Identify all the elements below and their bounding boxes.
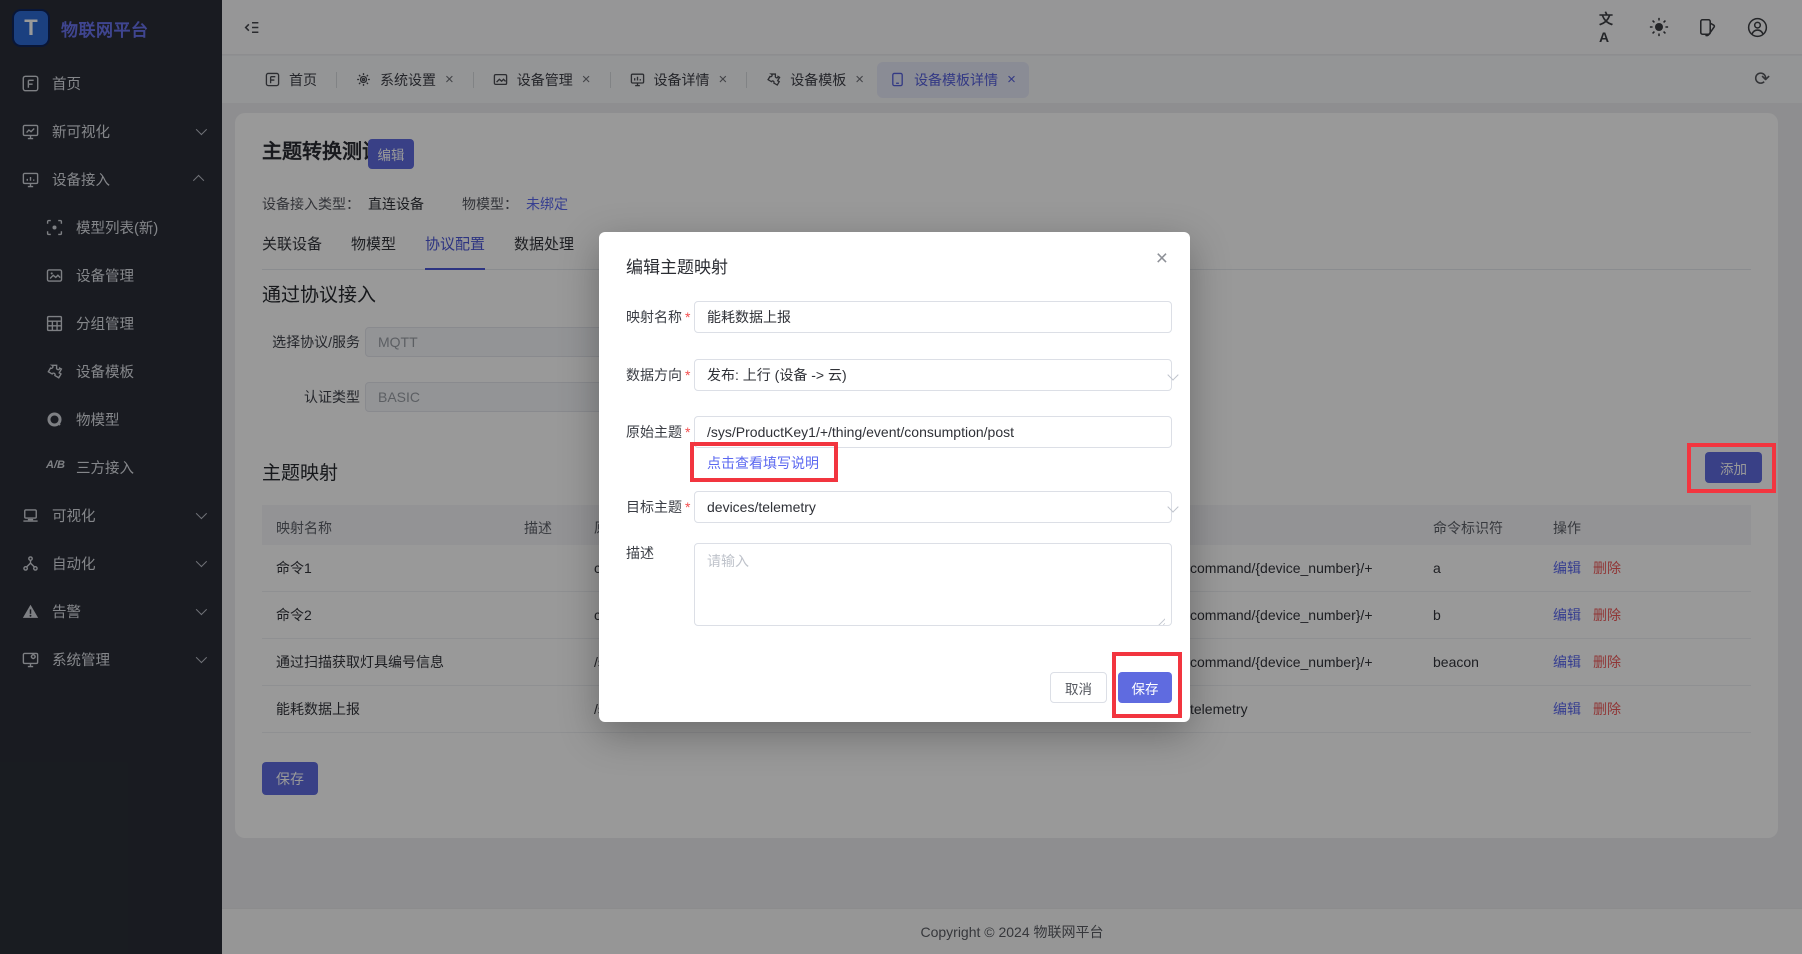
modal-save-button[interactable]: 保存 [1118, 672, 1172, 703]
description-textarea[interactable] [694, 543, 1172, 626]
data-direction-select[interactable]: 发布: 上行 (设备 -> 云) [694, 359, 1172, 391]
cancel-button[interactable]: 取消 [1050, 672, 1107, 703]
help-link[interactable]: 点击查看填写说明 [707, 453, 819, 473]
close-icon[interactable]: × [1156, 248, 1168, 269]
data-direction-label: 数据方向* [626, 359, 690, 391]
edit-topic-mapping-dialog: 编辑主题映射 × 映射名称* 数据方向* 发布: 上行 (设备 -> 云) 原始… [599, 232, 1190, 722]
mapping-name-input[interactable] [694, 301, 1172, 333]
mapping-name-label: 映射名称* [626, 301, 690, 333]
dialog-title: 编辑主题映射 [626, 253, 728, 278]
origin-topic-label: 原始主题* [626, 416, 690, 448]
description-label: 描述 [626, 537, 654, 569]
target-topic-label: 目标主题* [626, 491, 690, 523]
target-topic-select[interactable]: devices/telemetry [694, 491, 1172, 523]
origin-topic-input[interactable] [694, 416, 1172, 448]
